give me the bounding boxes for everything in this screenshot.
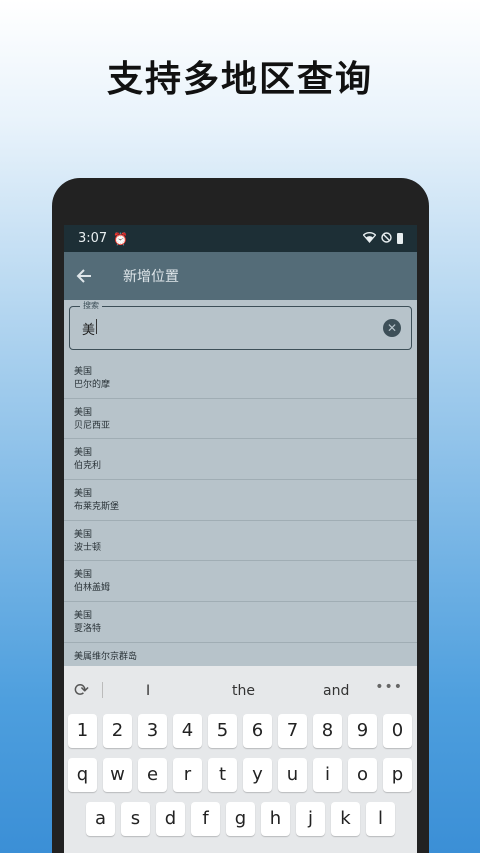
key-s[interactable]: s: [121, 802, 150, 836]
headline: 支持多地区查询: [106, 59, 373, 100]
key-6[interactable]: 6: [243, 714, 272, 748]
search-field[interactable]: 搜索 美 ✕: [69, 300, 412, 350]
list-item[interactable]: 美国 波士顿: [64, 521, 417, 562]
list-item[interactable]: 美国 贝尼西亚: [64, 399, 417, 440]
key-u[interactable]: u: [278, 758, 307, 792]
key-g[interactable]: g: [226, 802, 255, 836]
key-i[interactable]: i: [313, 758, 342, 792]
key-row-numbers: 1234567890: [64, 714, 417, 748]
list-item[interactable]: 美国 布莱克斯堡: [64, 480, 417, 521]
key-8[interactable]: 8: [313, 714, 342, 748]
list-item[interactable]: 美国 伯克利: [64, 439, 417, 481]
key-4[interactable]: 4: [173, 714, 202, 748]
key-2[interactable]: 2: [103, 714, 132, 748]
suggestion-1[interactable]: I: [146, 683, 150, 699]
wifi-icon: [362, 231, 377, 246]
suggestion-bar: ⟳ I the and •••: [64, 666, 417, 716]
key-p[interactable]: p: [383, 758, 412, 792]
suggestion-3[interactable]: and: [323, 683, 349, 699]
key-5[interactable]: 5: [208, 714, 237, 748]
key-e[interactable]: e: [138, 758, 167, 792]
key-row-middle: asdfghjkl: [64, 802, 417, 836]
list-item-country: 美国: [74, 407, 93, 418]
list-item-country: 美属维尔京群岛: [74, 651, 138, 662]
clipboard-icon[interactable]: ⟳: [74, 680, 89, 701]
list-item-country: 美国: [74, 448, 93, 459]
key-q[interactable]: q: [68, 758, 97, 792]
battery-icon: [397, 233, 403, 244]
key-d[interactable]: d: [156, 802, 185, 836]
key-r[interactable]: r: [173, 758, 202, 792]
list-item-country: 美国: [74, 611, 93, 622]
search-section: 搜索 美 ✕: [64, 300, 417, 358]
back-arrow-icon[interactable]: [64, 252, 104, 300]
list-item[interactable]: 美国 巴尔的摩: [64, 358, 417, 399]
results-list: 美国 巴尔的摩 美国 贝尼西亚 美国 伯克利 美国 布莱克斯堡 美国 波士顿 美国 伯林盖姆 美国 夏洛特…: [64, 358, 417, 684]
list-item-city: 伯林盖姆: [74, 583, 111, 594]
key-7[interactable]: 7: [278, 714, 307, 748]
key-o[interactable]: o: [348, 758, 377, 792]
key-y[interactable]: y: [243, 758, 272, 792]
list-item[interactable]: 美国 伯林盖姆: [64, 561, 417, 603]
key-l[interactable]: l: [366, 802, 395, 836]
phone-screen: 3:07 ⏰ 新增位置 搜索 美 ✕ 美国 巴尔的摩 美国 贝尼西亚 美国 伯克利 美国 布莱…: [64, 225, 417, 853]
suggestion-divider: [102, 682, 103, 698]
key-w[interactable]: w: [103, 758, 132, 792]
status-bar: 3:07 ⏰: [64, 225, 417, 252]
list-item-city: 伯克利: [74, 461, 102, 472]
list-item-country: 美国: [74, 489, 93, 500]
key-1[interactable]: 1: [68, 714, 97, 748]
suggestion-2[interactable]: the: [232, 683, 255, 699]
list-item-city: 贝尼西亚: [74, 420, 111, 431]
page-title: 新增位置: [123, 269, 179, 285]
list-item[interactable]: 美国 夏洛特: [64, 602, 417, 643]
key-k[interactable]: k: [331, 802, 360, 836]
status-time: 3:07: [78, 231, 108, 246]
key-3[interactable]: 3: [138, 714, 167, 748]
list-item-country: 美国: [74, 367, 93, 377]
search-input[interactable]: 美: [82, 318, 98, 338]
list-item-country: 美国: [74, 529, 93, 540]
alarm-icon: ⏰: [113, 231, 129, 246]
key-0[interactable]: 0: [383, 714, 412, 748]
list-item-city: 波士顿: [74, 542, 102, 553]
soft-keyboard: ⟳ I the and ••• 1234567890 qwertyuiop as…: [64, 666, 417, 853]
status-icons: [362, 231, 403, 246]
key-j[interactable]: j: [296, 802, 325, 836]
more-icon[interactable]: •••: [375, 679, 403, 695]
key-9[interactable]: 9: [348, 714, 377, 748]
key-row-top: qwertyuiop: [64, 758, 417, 792]
search-label: 搜索: [80, 300, 102, 311]
clear-icon[interactable]: ✕: [383, 319, 401, 337]
key-f[interactable]: f: [191, 802, 220, 836]
key-h[interactable]: h: [261, 802, 290, 836]
list-item-city: 夏洛特: [74, 624, 102, 635]
list-item-country: 美国: [74, 570, 93, 581]
dnd-icon: [381, 231, 392, 246]
key-a[interactable]: a: [86, 802, 115, 836]
key-t[interactable]: t: [208, 758, 237, 792]
list-item-city: 布莱克斯堡: [74, 502, 120, 513]
list-item-city: 巴尔的摩: [74, 380, 111, 390]
app-bar: 新增位置: [64, 252, 417, 300]
